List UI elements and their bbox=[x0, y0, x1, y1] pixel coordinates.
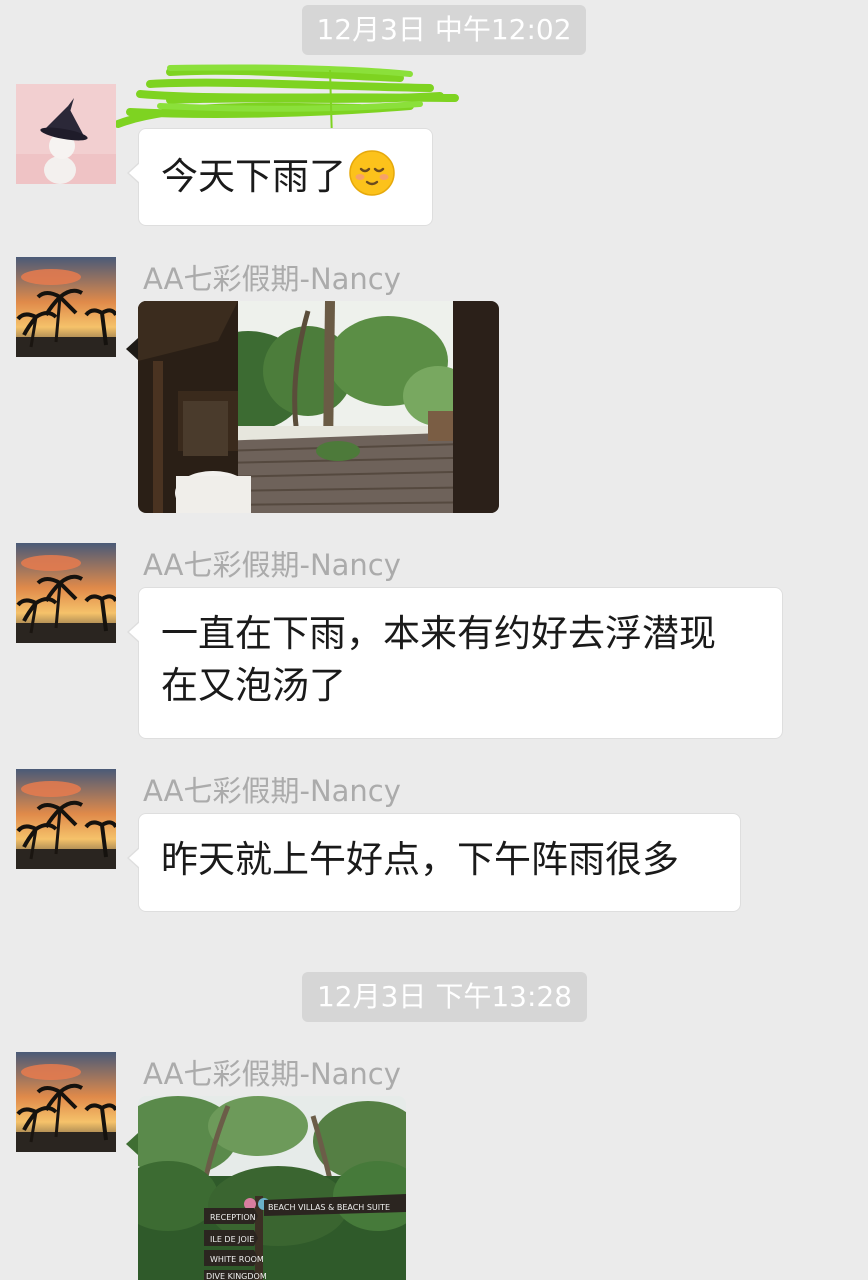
sunset-palm-avatar[interactable] bbox=[16, 1052, 116, 1152]
sunset-palm-avatar[interactable] bbox=[16, 543, 116, 643]
timestamp-divider: 12月3日 下午13:28 bbox=[302, 972, 587, 1022]
sign-label: BEACH VILLAS & BEACH SUITE bbox=[268, 1203, 390, 1212]
sign-label: DIVE KINGDOM bbox=[206, 1272, 267, 1280]
message-text: 昨天就上午好点，下午阵雨很多 bbox=[161, 838, 679, 881]
message-text-line: 在又泡汤了 bbox=[161, 664, 346, 707]
sender-name: AA七彩假期-Nancy bbox=[143, 548, 401, 582]
message-text-line: 一直在下雨，本来有约好去浮潜现 bbox=[161, 612, 716, 655]
sunset-palm-avatar[interactable] bbox=[16, 257, 116, 357]
message-bubble[interactable]: 一直在下雨，本来有约好去浮潜现 在又泡汤了 bbox=[127, 587, 783, 739]
relieved-face-emoji bbox=[349, 150, 395, 196]
sender-name: AA七彩假期-Nancy bbox=[143, 774, 401, 808]
sender-name: AA七彩假期-Nancy bbox=[143, 262, 401, 296]
message-bubble[interactable]: 昨天就上午好点，下午阵雨很多 bbox=[127, 813, 741, 912]
message-text: 今天下雨了 bbox=[161, 155, 346, 198]
sender-name: AA七彩假期-Nancy bbox=[143, 1057, 401, 1091]
bubble-tail bbox=[126, 338, 138, 360]
bubble-tail bbox=[126, 1133, 138, 1155]
timestamp-divider: 12月3日 中午12:02 bbox=[302, 5, 586, 55]
rainy-resort-deck-photo[interactable] bbox=[138, 301, 499, 513]
message-bubble[interactable]: 今天下雨了 bbox=[127, 128, 433, 226]
sign-label: ILE DE JOIE bbox=[210, 1235, 254, 1244]
resort-signpost-photo[interactable]: RECEPTION ILE DE JOIE WHITE ROOM DIVE KI… bbox=[138, 1096, 406, 1280]
sunset-palm-avatar[interactable] bbox=[16, 769, 116, 869]
sign-label: RECEPTION bbox=[210, 1213, 256, 1222]
witch-hat-cat-avatar[interactable] bbox=[16, 84, 116, 184]
sign-label: WHITE ROOM bbox=[210, 1255, 264, 1264]
